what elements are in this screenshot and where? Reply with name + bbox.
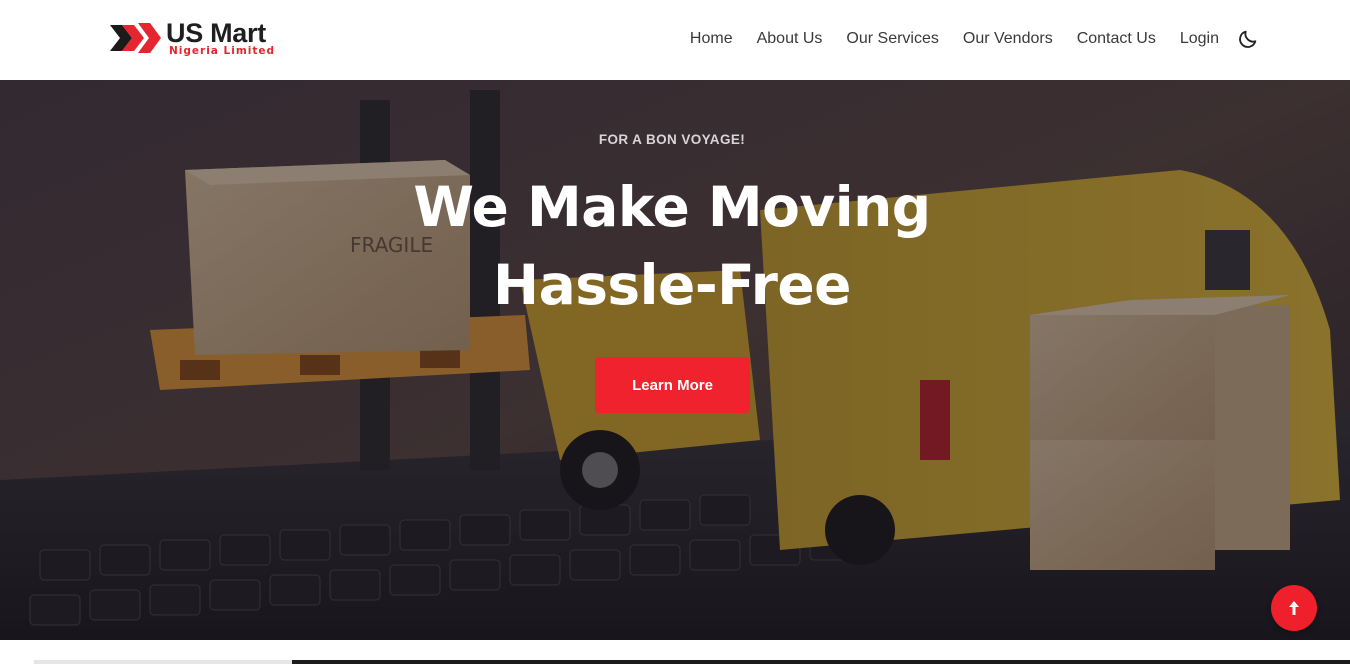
arrow-up-icon (1289, 601, 1299, 615)
nav-our-services[interactable]: Our Services (846, 30, 938, 48)
next-section-edge (0, 640, 1350, 664)
nav-home[interactable]: Home (690, 30, 733, 48)
hero-kicker: FOR A BON VOYAGE! (598, 132, 746, 147)
scroll-to-top-button[interactable] (1271, 585, 1317, 631)
moon-icon (1239, 30, 1257, 48)
section-divider-highlight (34, 660, 292, 664)
main-nav: Home About Us Our Services Our Vendors C… (690, 28, 1259, 50)
brand-subtitle: Nigeria Limited (169, 45, 276, 57)
theme-toggle-button[interactable] (1237, 28, 1259, 50)
nav-contact-us[interactable]: Contact Us (1077, 30, 1156, 48)
brand-logo[interactable]: US Mart Nigeria Limited (108, 18, 298, 60)
learn-more-button[interactable]: Learn More (595, 357, 750, 413)
brand-name: US Mart (166, 18, 266, 48)
hero-title: We Make Moving Hassle-Free (413, 175, 931, 317)
site-header: US Mart Nigeria Limited Home About Us Ou… (0, 0, 1350, 80)
nav-our-vendors[interactable]: Our Vendors (963, 30, 1053, 48)
hero-section: FRAGILE FOR A BON VOYAGE! We Make Moving… (0, 80, 1350, 640)
nav-login[interactable]: Login (1180, 30, 1219, 48)
chevrons-logo-icon (110, 23, 161, 53)
nav-about-us[interactable]: About Us (757, 30, 823, 48)
